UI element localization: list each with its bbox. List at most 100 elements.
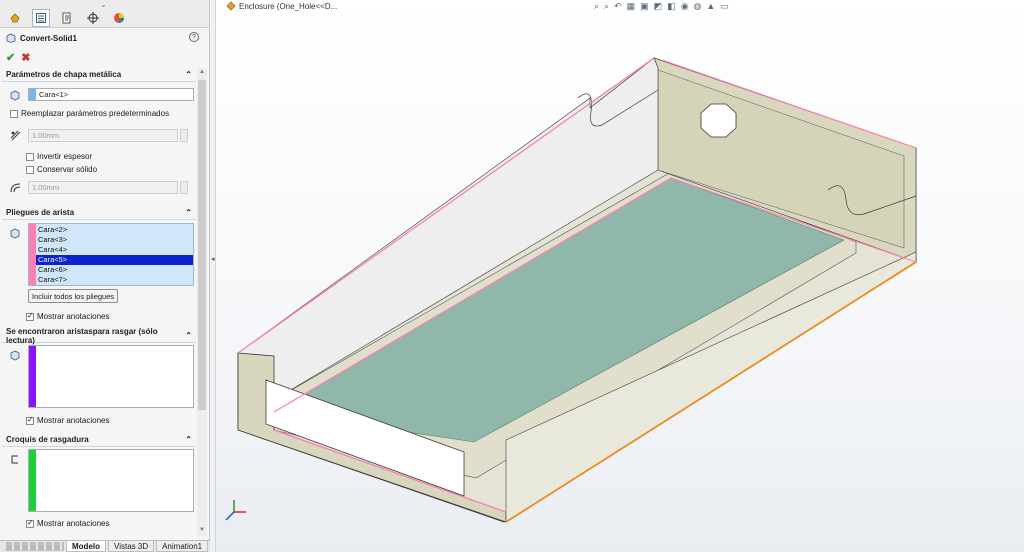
property-manager-scrollbar[interactable]: ▲ ▼ — [197, 68, 207, 536]
tab-3d-views[interactable]: Vistas 3D — [108, 541, 155, 552]
manager-tabs: ⌄ — [0, 0, 209, 28]
tab-navigation-arrows[interactable] — [6, 542, 64, 551]
help-icon[interactable]: ? — [189, 32, 199, 42]
configuration-manager-tab[interactable] — [58, 9, 76, 27]
tab-model-label: Modelo — [72, 541, 100, 551]
bend-edges-items: Cara<2> Cara<3> Cara<4> Cara<5> Cara<6> Cara<… — [36, 225, 193, 285]
feature-title-bar: Convert-Solid1 ? — [6, 31, 205, 45]
tab-animation[interactable]: Animation1 — [156, 541, 209, 552]
display-manager-icon — [114, 13, 124, 23]
bend-edge-list-item[interactable]: Cara<3> — [36, 235, 193, 245]
feature-manager-icon — [10, 13, 20, 23]
bend-edge-list-item[interactable]: Cara<6> — [36, 265, 193, 275]
keep-solid-row[interactable]: Conservar sólido — [26, 165, 97, 174]
thickness-field[interactable]: 1.00mm — [28, 128, 178, 142]
face-color-swatch — [29, 89, 36, 100]
bend-edges-title: Pliegues de arista — [6, 208, 75, 217]
bend-edge-list-item[interactable]: Cara<5> — [36, 255, 193, 265]
reverse-thickness-label: Invertir espesor — [37, 152, 93, 161]
graphics-area[interactable]: Enclosure (One_Hole<<D... ⌕ ⌕ ↶ ▦ ▣ ◩ ◧ … — [216, 0, 1024, 552]
bend-radius-value: 1.00mm — [32, 182, 60, 192]
keep-solid-checkbox[interactable] — [26, 165, 34, 174]
rip-sketches-group: Croquis de rasgadura ⌃ — [2, 433, 196, 447]
property-manager-icon — [36, 13, 46, 23]
property-manager-tab[interactable] — [32, 9, 50, 27]
bend-edge-list-item[interactable]: Cara<7> — [36, 275, 193, 285]
rip-sketches-title: Croquis de rasgadura — [6, 435, 89, 444]
axis-triad-icon — [225, 500, 246, 521]
bend-edges-list[interactable]: Cara<2> Cara<3> Cara<4> Cara<5> Cara<6> Cara<… — [28, 223, 194, 286]
dimxpert-tab[interactable] — [84, 9, 102, 27]
bend-edge-list-item[interactable]: Cara<2> — [36, 225, 193, 235]
collapse-chevron-icon[interactable]: ⌃ — [185, 435, 192, 444]
bend-radius-icon — [8, 180, 22, 194]
bend-edge-list-item[interactable]: Cara<4> — [36, 245, 193, 255]
bottom-tab-bar: Modelo Vistas 3D Animation1 — [0, 540, 210, 552]
collapse-chevron-icon[interactable]: ⌃ — [185, 331, 192, 340]
sheet-metal-params-group: Parámetros de chapa metálica ⌃ — [2, 68, 196, 82]
thickness-value: 1.00mm — [32, 130, 60, 140]
rip-sketches-header[interactable]: Croquis de rasgadura ⌃ — [2, 433, 196, 447]
bend-radius-spinner[interactable] — [180, 180, 188, 194]
feature-title: Convert-Solid1 — [20, 33, 77, 43]
tab-animation-label: Animation1 — [162, 541, 203, 551]
collapse-chevron-icon[interactable]: ⌃ — [185, 70, 192, 79]
sketch-show-callouts-checkbox[interactable] — [26, 518, 34, 528]
include-all-bends-button[interactable]: Incluir todos los pliegues — [28, 289, 119, 303]
bend-edges-group: Pliegues de arista ⌃ — [2, 206, 196, 220]
thickness-row: 1.00mm — [8, 128, 188, 142]
rip-edges-title: Se encontraron aristaspara rasgar (sólo … — [6, 326, 158, 345]
drag-grip-icon[interactable]: ⌄ — [100, 0, 107, 9]
fixed-face-value: Cara<1> — [39, 90, 69, 99]
reverse-thickness-row[interactable]: Invertir espesor — [26, 152, 92, 161]
ok-cancel-bar: ✔ ✖ — [6, 51, 30, 64]
sketch-show-callouts-row[interactable]: Mostrar anotaciones — [26, 518, 110, 528]
bend-edges-selection-icon — [8, 226, 22, 240]
bend-edges-header[interactable]: Pliegues de arista ⌃ — [2, 206, 196, 220]
rip-sketches-list[interactable] — [28, 449, 194, 512]
tab-model[interactable]: Modelo — [66, 541, 106, 552]
rip-show-callouts-label: Mostrar anotaciones — [37, 416, 110, 425]
override-defaults-row[interactable]: Reemplazar parámetros predeterminados — [10, 109, 169, 118]
bend-show-callouts-row[interactable]: Mostrar anotaciones — [26, 311, 109, 321]
rip-edges-list[interactable] — [28, 345, 194, 408]
feature-manager-tab[interactable] — [6, 9, 24, 27]
bend-radius-field[interactable]: 1.00mm — [28, 180, 178, 194]
thickness-spinner[interactable] — [180, 128, 188, 142]
collapse-chevron-icon[interactable]: ⌃ — [185, 208, 192, 217]
rip-edges-color-bar — [29, 346, 36, 407]
configuration-manager-icon — [62, 12, 71, 24]
thickness-icon — [8, 128, 22, 142]
convert-solid-icon — [6, 33, 16, 43]
scroll-down-icon[interactable]: ▼ — [198, 527, 206, 535]
fixed-face-row — [8, 88, 22, 102]
face-selection-icon — [8, 88, 22, 102]
sketch-show-callouts-label: Mostrar anotaciones — [37, 519, 110, 528]
scroll-thumb[interactable] — [198, 80, 206, 410]
property-manager-panel: ⌄ Convert-Solid1 ? ✔ ✖ Parámetros de cha… — [0, 0, 210, 540]
bend-radius-row: 1.00mm — [8, 180, 188, 194]
include-all-bends-label: Incluir todos los pliegues — [32, 291, 115, 301]
rip-sketches-color-bar — [29, 450, 36, 511]
override-defaults-label: Reemplazar parámetros predeterminados — [21, 109, 170, 118]
rip-show-callouts-row[interactable]: Mostrar anotaciones — [26, 415, 110, 425]
bend-show-callouts-checkbox[interactable] — [26, 311, 34, 321]
display-manager-tab[interactable] — [110, 9, 128, 27]
model-viewport[interactable] — [216, 0, 1024, 552]
octagonal-hole — [700, 103, 737, 138]
keep-solid-label: Conservar sólido — [37, 165, 98, 174]
splitter-handle-icon[interactable]: ◂ — [211, 255, 215, 263]
reverse-thickness-checkbox[interactable] — [26, 152, 34, 161]
sheet-metal-params-header[interactable]: Parámetros de chapa metálica ⌃ — [2, 68, 196, 82]
sheet-metal-params-title: Parámetros de chapa metálica — [6, 70, 122, 79]
fixed-face-field[interactable]: Cara<1> — [28, 88, 194, 101]
ok-check-icon[interactable]: ✔ — [6, 51, 15, 64]
scroll-up-icon[interactable]: ▲ — [198, 69, 206, 77]
rip-edges-selection-icon — [8, 348, 22, 362]
rip-sketch-icon — [8, 452, 22, 466]
override-defaults-checkbox[interactable] — [10, 109, 18, 118]
rip-show-callouts-checkbox[interactable] — [26, 415, 34, 425]
cancel-x-icon[interactable]: ✖ — [21, 51, 30, 64]
bend-edges-color-bar — [29, 224, 36, 285]
rip-edges-header[interactable]: Se encontraron aristaspara rasgar (sólo … — [2, 326, 196, 345]
